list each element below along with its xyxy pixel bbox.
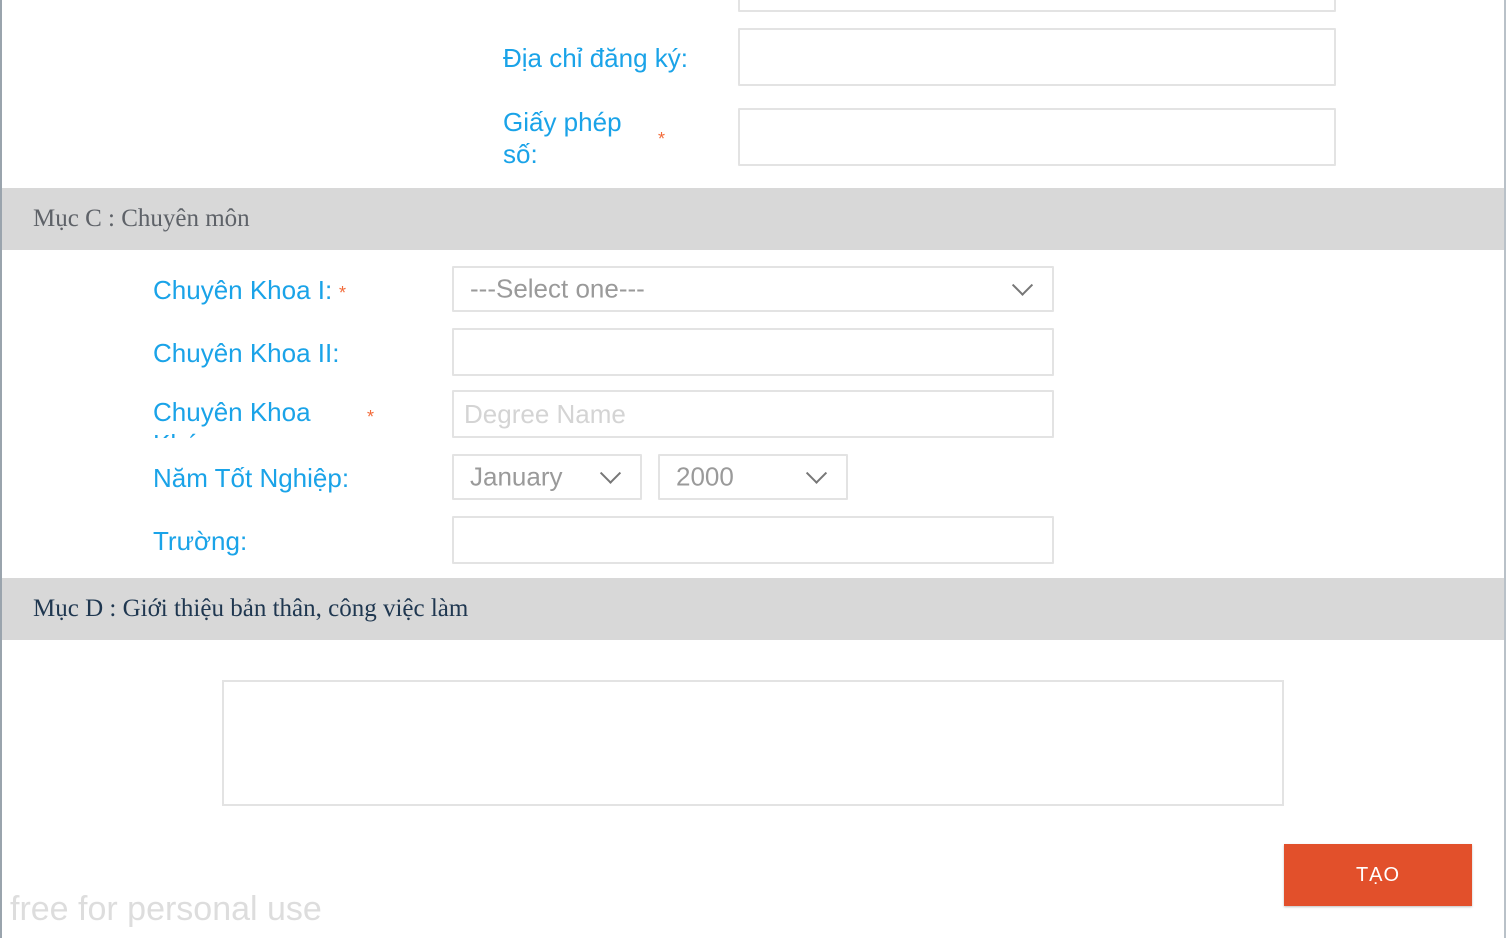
graduation-label: Năm Tốt Nghiệp: bbox=[153, 463, 350, 493]
chevron-down-icon bbox=[1011, 274, 1034, 296]
specialty1-select-value: ---Select one--- bbox=[470, 273, 645, 304]
specialty1-required-mark: * bbox=[339, 283, 347, 303]
watermark-text: free for personal use bbox=[10, 890, 322, 928]
degree-name-field[interactable] bbox=[452, 390, 1054, 438]
create-button[interactable]: TẠO bbox=[1284, 844, 1472, 906]
address-label: Địa chỉ đăng ký: bbox=[503, 43, 688, 73]
other-specialty-label: Chuyên Khoa Khác: bbox=[153, 397, 311, 438]
specialty2-label: Chuyên Khoa II: bbox=[153, 338, 340, 368]
license-field[interactable] bbox=[738, 108, 1336, 166]
graduation-month-value: January bbox=[470, 461, 563, 492]
address-input[interactable] bbox=[740, 30, 1334, 84]
specialty1-label: Chuyên Khoa I: bbox=[153, 275, 333, 305]
graduation-month-select[interactable]: January bbox=[452, 454, 642, 500]
section-d-title: Mục D : Giới thiệu bản thân, công việc l… bbox=[33, 595, 469, 622]
school-field[interactable] bbox=[452, 516, 1054, 564]
school-input[interactable] bbox=[454, 518, 1052, 562]
chevron-down-icon bbox=[599, 462, 622, 484]
section-d-header: Mục D : Giới thiệu bản thân, công việc l… bbox=[2, 578, 1504, 640]
specialty2-field[interactable] bbox=[452, 328, 1054, 376]
graduation-year-select[interactable]: 2000 bbox=[658, 454, 848, 500]
graduation-year-value: 2000 bbox=[676, 461, 734, 492]
specialty1-select[interactable]: ---Select one--- bbox=[452, 266, 1054, 312]
address-field[interactable] bbox=[738, 28, 1336, 86]
previous-field-input[interactable] bbox=[738, 0, 1336, 12]
specialty2-input[interactable] bbox=[454, 330, 1052, 374]
license-required-mark: * bbox=[658, 129, 666, 149]
school-label: Trường: bbox=[153, 526, 248, 556]
self-introduction-textarea[interactable] bbox=[222, 680, 1284, 806]
chevron-down-icon bbox=[805, 462, 828, 484]
other-specialty-required-mark: * bbox=[367, 407, 375, 427]
window-left-edge bbox=[0, 0, 2, 938]
license-input[interactable] bbox=[740, 110, 1334, 164]
license-label: Giấy phép số: bbox=[503, 107, 622, 169]
section-c-header: Mục C : Chuyên môn bbox=[2, 188, 1504, 250]
degree-name-input[interactable] bbox=[454, 392, 1052, 436]
section-c-title: Mục C : Chuyên môn bbox=[33, 205, 250, 232]
